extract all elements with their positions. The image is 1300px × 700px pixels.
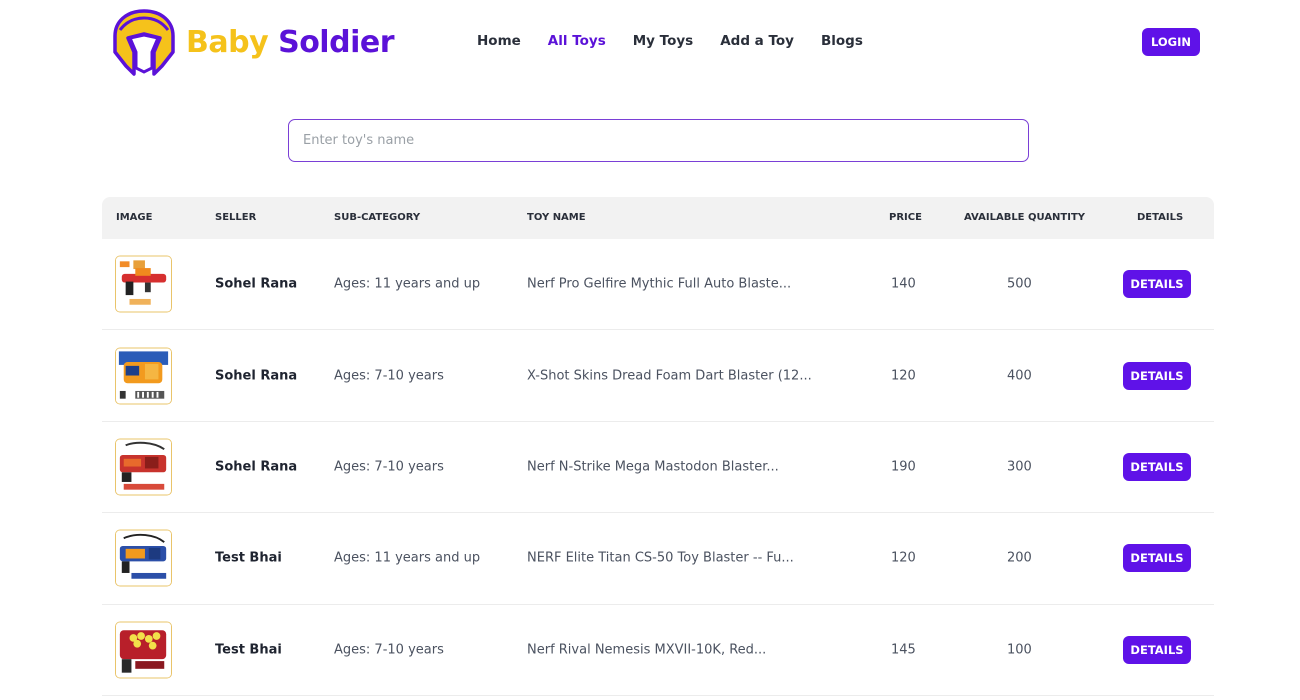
table-row: Test Bhai Ages: 11 years and up NERF Eli… (102, 513, 1214, 605)
seller-name: Sohel Rana (215, 368, 298, 384)
toy-thumbnail[interactable] (115, 621, 172, 679)
header-available-quantity: AVAILABLE QUANTITY (964, 212, 1086, 223)
toy-price: 120 (891, 550, 916, 566)
toy-blaster-image (116, 439, 171, 495)
table-row: Sohel Rana Ages: 7-10 years Nerf N-Strik… (102, 422, 1214, 514)
details-button[interactable]: DETAILS (1123, 544, 1191, 573)
seller-name: Sohel Rana (215, 276, 298, 292)
toy-blaster-image (116, 256, 171, 312)
nav-blogs[interactable]: Blogs (821, 33, 863, 49)
table-row: Sohel Rana Ages: 11 years and up Nerf Pr… (102, 239, 1214, 331)
seller-name: Sohel Rana (215, 459, 298, 475)
brand-part-baby: Baby (186, 24, 269, 60)
brand-part-soldier: Soldier (278, 24, 394, 60)
toys-table: IMAGE SELLER SUB-CATEGORY TOY NAME PRICE… (102, 197, 1214, 696)
header-details: DETAILS (1137, 212, 1184, 223)
header-price: PRICE (889, 212, 922, 223)
available-quantity: 400 (1007, 368, 1032, 384)
site-logo[interactable]: Baby Soldier (110, 8, 394, 76)
main-nav: Home All Toys My Toys Add a Toy Blogs (477, 33, 890, 49)
header-subcategory: SUB-CATEGORY (334, 212, 421, 223)
toy-name: NERF Elite Titan CS-50 Toy Blaster -- Fu… (527, 550, 794, 566)
details-button[interactable]: DETAILS (1123, 270, 1191, 299)
toy-blaster-image (116, 348, 171, 404)
sub-category: Ages: 7-10 years (334, 642, 444, 658)
toy-name: Nerf Pro Gelfire Mythic Full Auto Blaste… (527, 276, 792, 292)
available-quantity: 300 (1007, 459, 1032, 475)
details-button[interactable]: DETAILS (1123, 361, 1191, 390)
available-quantity: 500 (1007, 276, 1032, 292)
seller-name: Test Bhai (215, 550, 282, 566)
toy-price: 145 (891, 642, 916, 658)
toy-thumbnail[interactable] (115, 529, 172, 587)
sub-category: Ages: 7-10 years (334, 368, 444, 384)
toy-thumbnail[interactable] (115, 438, 172, 496)
seller-name: Test Bhai (215, 642, 282, 658)
spartan-helmet-icon (113, 9, 175, 76)
table-row: Sohel Rana Ages: 7-10 years X-Shot Skins… (102, 330, 1214, 422)
login-button[interactable]: LOGIN (1142, 28, 1200, 56)
toy-price: 120 (891, 368, 916, 384)
toy-price: 140 (891, 276, 916, 292)
toy-thumbnail[interactable] (115, 255, 172, 313)
toy-blaster-image (116, 530, 171, 586)
brand-name: Baby Soldier (186, 25, 394, 60)
search-input[interactable] (288, 119, 1029, 162)
table-body: Sohel Rana Ages: 11 years and up Nerf Pr… (102, 239, 1214, 696)
available-quantity: 100 (1007, 642, 1032, 658)
sub-category: Ages: 7-10 years (334, 459, 444, 475)
nav-home[interactable]: Home (477, 33, 521, 49)
nav-all-toys[interactable]: All Toys (548, 33, 606, 49)
details-button[interactable]: DETAILS (1123, 635, 1191, 664)
toy-price: 190 (891, 459, 916, 475)
header-image: IMAGE (116, 212, 153, 223)
toy-thumbnail[interactable] (115, 347, 172, 405)
table-row: Test Bhai Ages: 7-10 years Nerf Rival Ne… (102, 605, 1214, 696)
available-quantity: 200 (1007, 550, 1032, 566)
toy-blaster-image (116, 622, 171, 678)
nav-my-toys[interactable]: My Toys (633, 33, 693, 49)
header-toy-name: TOY NAME (527, 212, 586, 223)
table-header: IMAGE SELLER SUB-CATEGORY TOY NAME PRICE… (102, 197, 1214, 239)
sub-category: Ages: 11 years and up (334, 550, 481, 566)
toy-name: Nerf Rival Nemesis MXVII-10K, Red... (527, 642, 767, 658)
header-seller: SELLER (215, 212, 257, 223)
toy-name: X-Shot Skins Dread Foam Dart Blaster (12… (527, 368, 812, 384)
toy-name: Nerf N-Strike Mega Mastodon Blaster... (527, 459, 779, 475)
details-button[interactable]: DETAILS (1123, 452, 1191, 481)
sub-category: Ages: 11 years and up (334, 276, 481, 292)
nav-add-a-toy[interactable]: Add a Toy (720, 33, 794, 49)
